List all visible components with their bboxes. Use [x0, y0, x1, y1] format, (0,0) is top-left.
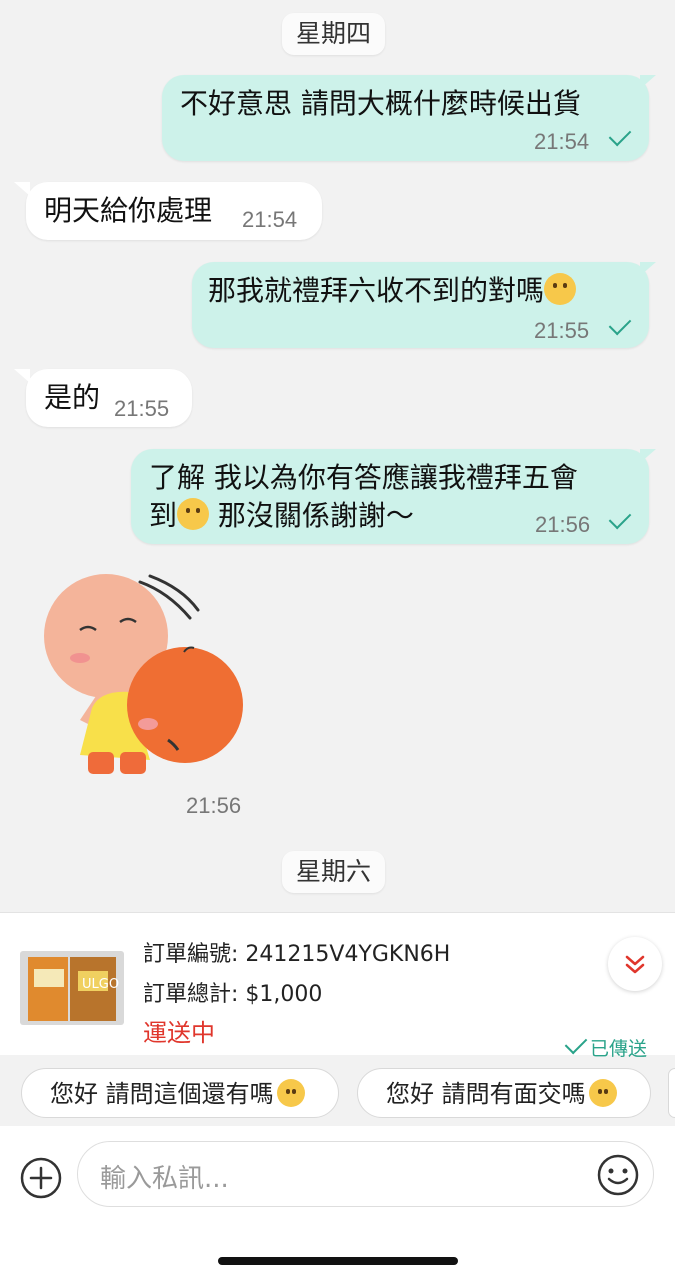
- sent-status: 已傳送: [590, 1038, 648, 1060]
- message-text: 了解 我以為你有答應讓我禮拜五會: [149, 461, 578, 494]
- message-time: 21:54: [534, 129, 590, 154]
- message-bubble-outgoing[interactable]: 了解 我以為你有答應讓我禮拜五會 到 那沒關係謝謝～ 21:56: [131, 449, 649, 544]
- quick-reply-chip-partial[interactable]: [668, 1068, 675, 1118]
- quick-reply-text: 您好 請問有面交嗎: [386, 1080, 586, 1108]
- bubble-tail: [640, 75, 656, 89]
- thumbnail-watermark: ULGO: [82, 977, 120, 992]
- expand-order-button[interactable]: [608, 937, 662, 991]
- chevron-double-down-icon: [625, 955, 645, 974]
- smiley-icon: [597, 1154, 639, 1196]
- message-text: 那我就禮拜六收不到的對嗎: [208, 274, 545, 307]
- order-total: 訂單總計: $1,000: [143, 982, 323, 1007]
- bubble-tail: [640, 262, 656, 276]
- message-text-line2: 到 那沒關係謝謝～: [149, 497, 414, 535]
- message-bubble-outgoing[interactable]: 那我就禮拜六收不到的對嗎 21:55: [192, 262, 649, 348]
- message-text: 不好意思 請問大概什麼時候出貨: [180, 87, 581, 120]
- message-input[interactable]: 輸入私訊...: [77, 1141, 654, 1207]
- composer-bar: 輸入私訊...: [0, 1126, 675, 1280]
- order-number: 訂單編號: 241215V4YGKN6H: [143, 942, 451, 967]
- message-time: 21:54: [242, 207, 298, 232]
- home-indicator: [218, 1257, 458, 1265]
- quick-reply-chip[interactable]: 您好 請問有面交嗎: [357, 1068, 651, 1118]
- day-label-thursday: 星期四: [282, 13, 386, 55]
- message-time: 21:56: [535, 512, 591, 537]
- message-text: 到: [149, 499, 178, 532]
- relieved-face-icon: [588, 1079, 617, 1107]
- message-text: 那沒關係謝謝～: [209, 499, 414, 532]
- quick-reply-text: 您好 請問這個還有嗎: [50, 1080, 274, 1108]
- plus-circle-icon: [20, 1157, 62, 1199]
- message-bubble-incoming[interactable]: 明天給你處理 21:54: [26, 182, 322, 240]
- tears-of-joy-icon: [177, 498, 210, 530]
- sticker-time: 21:56: [186, 793, 242, 818]
- message-text: 是的: [44, 381, 101, 414]
- message-text: 明天給你處理: [44, 194, 213, 227]
- order-card[interactable]: ULGO 訂單編號: 241215V4YGKN6H 訂單總計: $1,000 運…: [0, 912, 675, 1060]
- message-time: 21:55: [114, 396, 170, 421]
- bubble-tail: [14, 182, 30, 196]
- bubble-tail: [640, 449, 656, 463]
- order-thumbnail[interactable]: ULGO: [20, 951, 124, 1025]
- day-label-saturday: 星期六: [282, 851, 386, 893]
- message-bubble-incoming[interactable]: 是的 21:55: [26, 369, 192, 427]
- quick-reply-chip[interactable]: 您好 請問這個還有嗎: [21, 1068, 339, 1118]
- grinning-face-icon: [276, 1079, 305, 1107]
- sent-check-icon: [608, 506, 632, 530]
- sent-check-icon: [608, 312, 632, 336]
- emoji-button[interactable]: [597, 1154, 639, 1196]
- message-bubble-outgoing[interactable]: 不好意思 請問大概什麼時候出貨 21:54: [162, 75, 649, 161]
- message-time: 21:55: [534, 318, 590, 343]
- message-input-placeholder: 輸入私訊...: [100, 1164, 229, 1194]
- sticker-image: [44, 574, 243, 774]
- sticker-message[interactable]: [40, 570, 250, 785]
- bubble-tail: [14, 369, 30, 383]
- crying-face-icon: [544, 273, 577, 305]
- sent-check-icon: [564, 1031, 588, 1055]
- message-text-wrap: 那我就禮拜六收不到的對嗎: [208, 272, 577, 310]
- sent-check-icon: [608, 123, 632, 147]
- attach-button[interactable]: [20, 1157, 62, 1199]
- order-status: 運送中: [143, 1019, 215, 1047]
